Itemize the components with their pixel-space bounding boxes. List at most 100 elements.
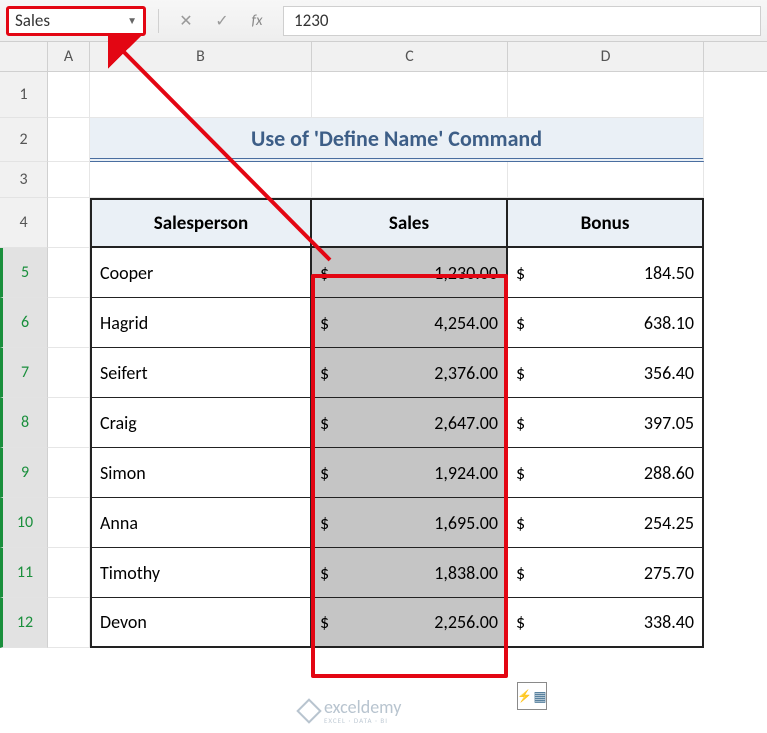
- cell[interactable]: [90, 162, 312, 198]
- row-header-6[interactable]: 6: [0, 298, 48, 348]
- table-row: Simon$1,924.00$288.60: [48, 448, 767, 498]
- row-header-12[interactable]: 12: [0, 598, 48, 648]
- bonus-value: 338.40: [644, 611, 694, 633]
- cell[interactable]: [508, 162, 704, 198]
- column-headers: A B C D: [0, 42, 767, 72]
- bonus-cell[interactable]: $288.60: [508, 448, 704, 498]
- currency-symbol: $: [516, 462, 525, 484]
- bonus-cell[interactable]: $397.05: [508, 398, 704, 448]
- sales-cell[interactable]: $2,376.00: [312, 348, 508, 398]
- cell[interactable]: [90, 72, 312, 118]
- cell[interactable]: [312, 72, 508, 118]
- sales-value: 1,924.00: [434, 462, 498, 484]
- cell[interactable]: [48, 198, 90, 248]
- bonus-cell[interactable]: $254.25: [508, 498, 704, 548]
- cell[interactable]: [48, 448, 90, 498]
- table-row: Timothy$1,838.00$275.70: [48, 548, 767, 598]
- sales-cell[interactable]: $2,256.00: [312, 598, 508, 648]
- header-sales[interactable]: Sales: [312, 198, 508, 248]
- row-header-1[interactable]: 1: [0, 72, 48, 118]
- row-header-7[interactable]: 7: [0, 348, 48, 398]
- cell[interactable]: [508, 72, 704, 118]
- cancel-formula-button[interactable]: ✕: [171, 8, 201, 34]
- row-header-10[interactable]: 10: [0, 498, 48, 548]
- sales-value: 1,230.00: [434, 262, 498, 284]
- cell[interactable]: [48, 118, 90, 162]
- currency-symbol: $: [320, 512, 329, 534]
- column-header-b[interactable]: B: [90, 42, 312, 71]
- name-box[interactable]: Sales ▼: [6, 6, 146, 36]
- sales-value: 2,647.00: [434, 412, 498, 434]
- lightning-icon: ⚡: [517, 689, 532, 704]
- row-header-4[interactable]: 4: [0, 198, 48, 248]
- table-icon: ▦: [533, 688, 546, 705]
- table-row: Seifert$2,376.00$356.40: [48, 348, 767, 398]
- table-row: Hagrid$4,254.00$638.10: [48, 298, 767, 348]
- sales-cell[interactable]: $1,230.00: [312, 248, 508, 298]
- cell[interactable]: [48, 298, 90, 348]
- cell[interactable]: [48, 598, 90, 648]
- column-header-a[interactable]: A: [48, 42, 90, 71]
- bonus-value: 288.60: [644, 462, 694, 484]
- quick-analysis-button[interactable]: ⚡▦: [517, 682, 547, 710]
- bonus-value: 254.25: [644, 512, 694, 534]
- header-bonus[interactable]: Bonus: [508, 198, 704, 248]
- bonus-cell[interactable]: $638.10: [508, 298, 704, 348]
- currency-symbol: $: [320, 262, 329, 284]
- bonus-cell[interactable]: $356.40: [508, 348, 704, 398]
- currency-symbol: $: [320, 362, 329, 384]
- sales-cell[interactable]: $2,647.00: [312, 398, 508, 448]
- currency-symbol: $: [320, 611, 329, 633]
- bonus-cell[interactable]: $338.40: [508, 598, 704, 648]
- row-header-11[interactable]: 11: [0, 548, 48, 598]
- row-header-3[interactable]: 3: [0, 162, 48, 198]
- logo-icon: [296, 698, 321, 723]
- salesperson-cell[interactable]: Craig: [90, 398, 312, 448]
- bonus-cell[interactable]: $184.50: [508, 248, 704, 298]
- sales-value: 2,376.00: [434, 362, 498, 384]
- currency-symbol: $: [516, 262, 525, 284]
- row-header-2[interactable]: 2: [0, 118, 48, 162]
- watermark: exceldemy EXCEL · DATA · BI: [300, 696, 401, 725]
- cell[interactable]: [48, 498, 90, 548]
- header-salesperson[interactable]: Salesperson: [90, 198, 312, 248]
- enter-formula-button[interactable]: ✓: [207, 8, 237, 34]
- cell[interactable]: [48, 72, 90, 118]
- table-row: Devon$2,256.00$338.40: [48, 598, 767, 648]
- column-header-d[interactable]: D: [508, 42, 704, 71]
- row-header-9[interactable]: 9: [0, 448, 48, 498]
- salesperson-cell[interactable]: Devon: [90, 598, 312, 648]
- cell[interactable]: [48, 248, 90, 298]
- salesperson-cell[interactable]: Timothy: [90, 548, 312, 598]
- sales-cell[interactable]: $1,838.00: [312, 548, 508, 598]
- salesperson-cell[interactable]: Simon: [90, 448, 312, 498]
- sales-value: 2,256.00: [434, 611, 498, 633]
- cell[interactable]: [312, 162, 508, 198]
- insert-function-button[interactable]: fx: [243, 12, 271, 30]
- column-header-c[interactable]: C: [312, 42, 508, 71]
- table-row: Cooper$1,230.00$184.50: [48, 248, 767, 298]
- currency-symbol: $: [320, 412, 329, 434]
- cell[interactable]: [48, 162, 90, 198]
- row-header-5[interactable]: 5: [0, 248, 48, 298]
- row-header-8[interactable]: 8: [0, 398, 48, 448]
- salesperson-cell[interactable]: Cooper: [90, 248, 312, 298]
- currency-symbol: $: [516, 611, 525, 633]
- watermark-text: exceldemy: [324, 696, 401, 718]
- bonus-cell[interactable]: $275.70: [508, 548, 704, 598]
- salesperson-cell[interactable]: Anna: [90, 498, 312, 548]
- title-cell[interactable]: Use of 'Define Name' Command: [90, 118, 704, 162]
- salesperson-cell[interactable]: Hagrid: [90, 298, 312, 348]
- currency-symbol: $: [320, 462, 329, 484]
- sales-cell[interactable]: $1,924.00: [312, 448, 508, 498]
- sales-cell[interactable]: $1,695.00: [312, 498, 508, 548]
- name-box-value: Sales: [15, 10, 50, 31]
- salesperson-cell[interactable]: Seifert: [90, 348, 312, 398]
- chevron-down-icon: ▼: [127, 14, 137, 27]
- sales-cell[interactable]: $4,254.00: [312, 298, 508, 348]
- select-all-corner[interactable]: [0, 42, 48, 71]
- cell[interactable]: [48, 398, 90, 448]
- formula-input[interactable]: 1230: [283, 6, 761, 36]
- cell[interactable]: [48, 348, 90, 398]
- cell[interactable]: [48, 548, 90, 598]
